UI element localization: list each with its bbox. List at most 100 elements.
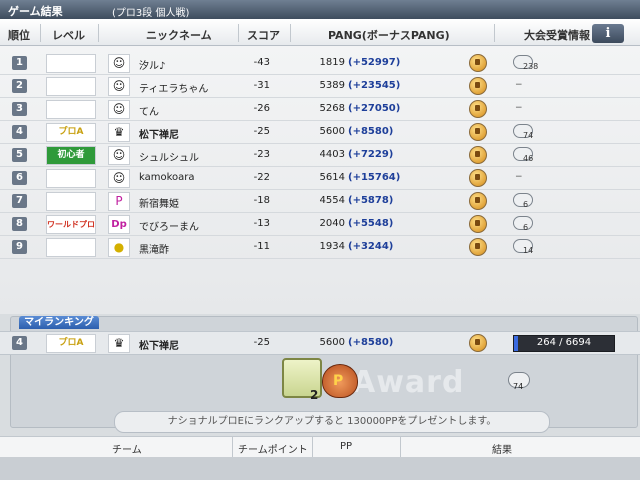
- header-score: スコア: [247, 29, 280, 42]
- info-button[interactable]: i: [592, 24, 624, 43]
- player-name: ティエラちゃん: [139, 84, 209, 95]
- pang-coin-icon: [469, 54, 487, 72]
- table-row: 2 ☺ ティエラちゃん -31 5389 (+23545) −: [0, 75, 640, 98]
- award-icon: 14: [513, 239, 533, 255]
- table-row: 7 P 新宿舞姫 -18 4554 (+5878) 6: [0, 190, 640, 213]
- table-row: 8 ワールドプロE Dp でびろーまん -13 2040 (+5548) 6: [0, 213, 640, 236]
- header-award-info: 大会受賞情報: [524, 29, 590, 42]
- bonus-pang: (+5548): [348, 218, 394, 229]
- player-name: 松下禅尼: [139, 341, 179, 352]
- score: -25: [253, 126, 270, 137]
- score: -25: [253, 337, 270, 348]
- level-badge: [46, 192, 96, 211]
- award-icon: 238: [513, 55, 538, 71]
- table-row: 9 ● 黒滝酢 -11 1934 (+3244) 14: [0, 236, 640, 259]
- player-name: kamokoara: [139, 172, 195, 183]
- player-name: 松下禅尼: [139, 130, 179, 141]
- avatar: ♛: [108, 123, 130, 142]
- pang: 5389: [319, 80, 345, 91]
- player-name: 汐ル♪: [139, 61, 166, 72]
- level-badge: [46, 169, 96, 188]
- table-row: 5 初心者 ☺ シュルシュル -23 4403 (+7229) 46: [0, 144, 640, 167]
- footer-pp: PP: [340, 441, 353, 452]
- pang: 4403: [319, 149, 345, 160]
- score: -18: [253, 195, 270, 206]
- bonus-pang: (+7229): [348, 149, 394, 160]
- team-footer: チーム チームポイント PP 結果: [0, 436, 640, 457]
- table-row: 3 ☺ てん -26 5268 (+27050) −: [0, 98, 640, 121]
- bonus-pang: (+3244): [348, 241, 394, 252]
- score: -26: [253, 103, 270, 114]
- pang-coin-icon: [469, 146, 487, 164]
- avatar: ♛: [108, 334, 130, 353]
- avatar: ☺: [108, 100, 130, 119]
- level-badge: [46, 100, 96, 119]
- footer-team: チーム: [112, 445, 142, 456]
- pang-bag-icon: [322, 364, 358, 398]
- player-name: 新宿舞姫: [139, 199, 179, 210]
- award-watermark: Award: [352, 365, 465, 400]
- pang: 5614: [319, 172, 345, 183]
- header-nickname: ニックネーム: [146, 29, 212, 42]
- player-name: シュルシュル: [139, 153, 199, 164]
- score: -22: [253, 172, 270, 183]
- rankup-message: ナショナルプロEにランクアップすると 130000PPをプレゼントします。: [114, 411, 550, 433]
- pang: 5268: [319, 103, 345, 114]
- level-badge: [46, 77, 96, 96]
- pang-coin-icon: [469, 334, 487, 352]
- footer-result: 結果: [492, 445, 512, 456]
- level-badge: プロA: [46, 334, 96, 353]
- level-badge: [46, 238, 96, 257]
- score: -23: [253, 149, 270, 160]
- bonus-pang: (+8580): [348, 126, 394, 137]
- result-list: 1 ☺ 汐ル♪ -43 1819 (+52997) 238 2 ☺ ティエラちゃ…: [0, 46, 640, 314]
- bonus-pang: (+52997): [348, 57, 401, 68]
- award-icon: 74: [513, 124, 533, 140]
- table-row: 6 ☺ kamokoara -22 5614 (+15764) −: [0, 167, 640, 190]
- my-ranking-tab[interactable]: マイランキング: [19, 316, 99, 329]
- avatar: ●: [108, 238, 130, 257]
- pang: 5600: [319, 337, 345, 348]
- award-empty: −: [515, 172, 523, 182]
- level-badge: ワールドプロE: [46, 215, 96, 234]
- item-box-icon: 2: [282, 358, 322, 402]
- bonus-pang: (+8580): [348, 337, 394, 348]
- score: -31: [253, 80, 270, 91]
- pang-coin-icon: [469, 169, 487, 187]
- table-header: 順位 レベル ニックネーム スコア PANG(ボーナスPANG) 大会受賞情報: [0, 19, 640, 46]
- pang: 5600: [319, 126, 345, 137]
- header-pang: PANG(ボーナスPANG): [328, 29, 450, 42]
- score: -11: [253, 241, 270, 252]
- pang-coin-icon: [469, 100, 487, 118]
- header-level: レベル: [52, 29, 85, 42]
- award-icon: 46: [513, 147, 533, 163]
- level-badge: 初心者: [46, 146, 96, 165]
- rank-progress-bar: 264 / 6694: [513, 335, 615, 352]
- bonus-pang: (+23545): [348, 80, 401, 91]
- player-name: でびろーまん: [139, 222, 199, 233]
- level-badge: プロA: [46, 123, 96, 142]
- pang: 4554: [319, 195, 345, 206]
- pang-coin-icon: [469, 123, 487, 141]
- avatar: Dp: [108, 215, 130, 234]
- avatar: ☺: [108, 54, 130, 73]
- award-icon: 6: [513, 193, 533, 209]
- avatar: P: [108, 192, 130, 211]
- progress-text: 264 / 6694: [536, 337, 592, 348]
- avatar: ☺: [108, 169, 130, 188]
- bottom-bar: [0, 457, 640, 480]
- bonus-pang: (+27050): [348, 103, 401, 114]
- pang: 2040: [319, 218, 345, 229]
- avatar: ☺: [108, 77, 130, 96]
- footer-team-points: チームポイント: [238, 445, 308, 456]
- title-bar: ゲーム結果 (プロ3段 個人戦): [0, 0, 640, 19]
- bonus-pang: (+15764): [348, 172, 401, 183]
- score: -43: [253, 57, 270, 68]
- award-icon: 6: [513, 216, 533, 232]
- table-row: 4 プロA ♛ 松下禅尼 -25 5600 (+8580) 74: [0, 121, 640, 144]
- bonus-pang: (+5878): [348, 195, 394, 206]
- pang: 1819: [319, 57, 345, 68]
- pang-coin-icon: [469, 77, 487, 95]
- pang: 1934: [319, 241, 345, 252]
- level-badge: [46, 54, 96, 73]
